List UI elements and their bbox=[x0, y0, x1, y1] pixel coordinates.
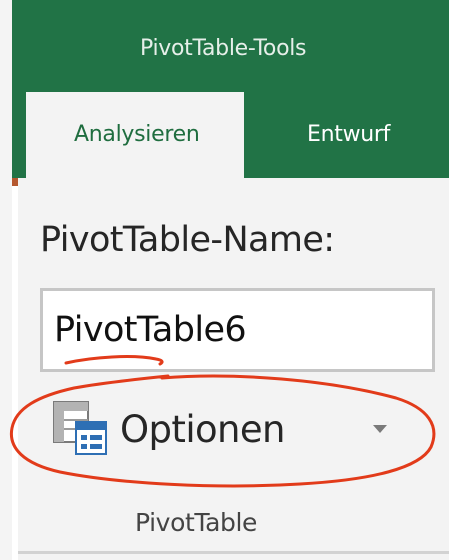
pivottable-name-input[interactable] bbox=[40, 288, 435, 372]
chevron-down-icon bbox=[373, 425, 387, 433]
ribbon-group-label: PivotTable bbox=[135, 508, 258, 537]
group-separator bbox=[18, 551, 449, 554]
pivottable-options-icon bbox=[53, 401, 107, 455]
tab-entwurf[interactable]: Entwurf bbox=[307, 122, 390, 147]
left-edge-strip bbox=[0, 0, 12, 560]
contextual-tab-title: PivotTable-Tools bbox=[140, 36, 307, 61]
options-button[interactable]: Optionen bbox=[40, 390, 420, 470]
options-button-label: Optionen bbox=[120, 408, 286, 451]
pivottable-name-label: PivotTable-Name: bbox=[40, 220, 335, 260]
ribbon-tab-bar: Analysieren Entwurf bbox=[12, 92, 449, 178]
tab-analysieren[interactable]: Analysieren bbox=[26, 92, 244, 178]
contextual-tab-header: PivotTable-Tools bbox=[12, 0, 449, 92]
tab-analysieren-label: Analysieren bbox=[74, 122, 200, 147]
